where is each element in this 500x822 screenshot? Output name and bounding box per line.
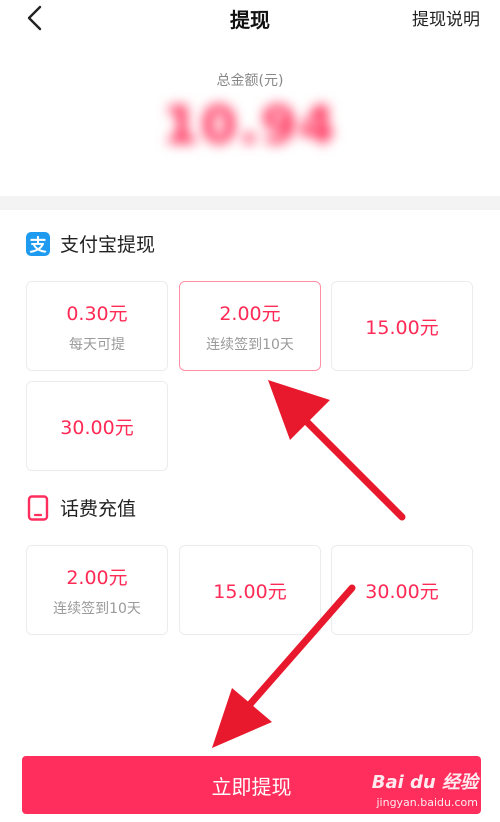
alipay-option-card-selected[interactable]: 2.00元 连续签到10天 xyxy=(179,281,321,371)
phone-recharge-option-card[interactable]: 15.00元 xyxy=(179,545,321,635)
option-condition: 连续签到10天 xyxy=(206,336,294,353)
option-amount: 15.00元 xyxy=(365,316,439,339)
option-amount: 15.00元 xyxy=(213,580,287,603)
withdraw-instructions-link[interactable]: 提现说明 xyxy=(412,5,480,30)
option-amount: 2.00元 xyxy=(66,566,128,589)
option-amount: 30.00元 xyxy=(365,580,439,603)
phone-recharge-section-title: 话费充值 xyxy=(60,498,137,520)
total-amount-label: 总金额(元) xyxy=(216,73,284,89)
option-condition: 每天可提 xyxy=(69,336,125,353)
alipay-section-header: 支 支付宝提现 xyxy=(26,230,155,257)
alipay-option-card[interactable]: 0.30元 每天可提 xyxy=(26,281,168,371)
alipay-icon: 支 xyxy=(26,231,50,256)
alipay-option-card[interactable]: 15.00元 xyxy=(331,281,473,371)
top-bar: 提现 提现说明 xyxy=(0,0,500,36)
alipay-option-card[interactable]: 30.00元 xyxy=(26,381,168,471)
phone-recharge-option-card[interactable]: 30.00元 xyxy=(331,545,473,635)
arrow-to-selected-option xyxy=(268,380,406,521)
phone-recharge-option-card[interactable]: 2.00元 连续签到10天 xyxy=(26,545,168,635)
option-amount: 2.00元 xyxy=(219,302,281,325)
phone-icon xyxy=(26,494,50,521)
phone-recharge-section-header: 话费充值 xyxy=(26,494,136,521)
baidu-jingyan-watermark: Bai du 经验 jingyan.baidu.com xyxy=(372,768,478,809)
watermark-logo: Bai du 经验 xyxy=(371,772,478,793)
watermark-url: jingyan.baidu.com xyxy=(376,796,478,809)
alipay-section-title: 支付宝提现 xyxy=(60,234,156,256)
option-amount: 0.30元 xyxy=(66,302,128,325)
section-divider xyxy=(0,196,500,210)
option-amount: 30.00元 xyxy=(60,416,134,439)
option-condition: 连续签到10天 xyxy=(53,600,141,617)
total-amount-value: 10.94 xyxy=(162,96,338,156)
